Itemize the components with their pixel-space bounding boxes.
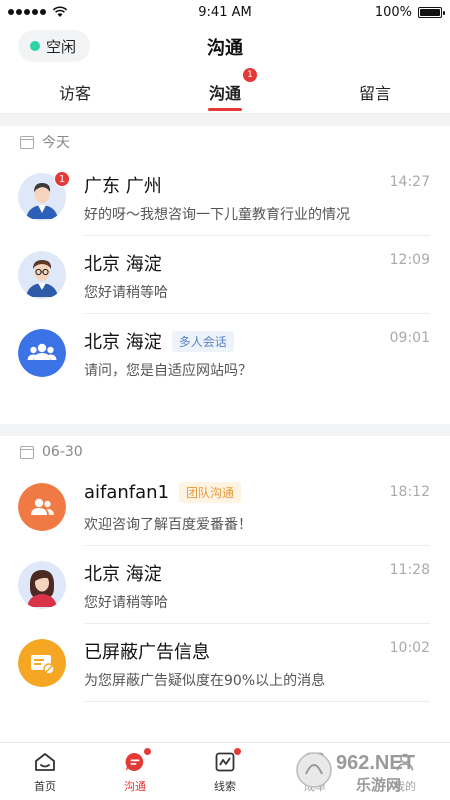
- calendar-icon: [20, 445, 34, 459]
- wifi-icon: [52, 6, 68, 17]
- conversation-item[interactable]: 已屏蔽广告信息 10:02 为您屏蔽广告疑似度在90%以上的消息: [0, 624, 450, 702]
- calendar-icon: [20, 135, 34, 149]
- tab-unread-badge: 1: [243, 67, 257, 82]
- orders-icon: [303, 750, 327, 774]
- conversation-body: 北京 海淀 12:09 您好请稍等哈: [84, 236, 430, 314]
- battery-area: 100%: [374, 4, 445, 20]
- battery-icon: [418, 6, 445, 18]
- message-preview: 请问，您是自适应网站吗？: [84, 363, 252, 379]
- name-row: 已屏蔽广告信息: [84, 638, 430, 664]
- message-preview: 您好请稍等哈: [84, 595, 168, 611]
- contact-name: 北京 海淀: [84, 332, 162, 353]
- conversation-body: 已屏蔽广告信息 10:02 为您屏蔽广告疑似度在90%以上的消息: [84, 624, 430, 702]
- nav-chat[interactable]: 沟通: [90, 743, 180, 800]
- chat-icon: [123, 747, 151, 774]
- bottom-nav: 首页 沟通 线索 成单 我的: [0, 742, 450, 800]
- nav-unread-dot: [144, 747, 151, 755]
- conversation-type-tag: 多人会话: [171, 330, 234, 352]
- contact-name: 广东 广州: [84, 176, 162, 197]
- message-time: 14:27: [389, 174, 430, 190]
- tab-label: 沟通: [208, 83, 241, 103]
- female-avatar-icon: [18, 561, 66, 609]
- conversation-item[interactable]: aifanfan1 团队沟通 18:12 欢迎咨询了解百度爱番番！: [0, 468, 450, 546]
- conversation-section-0630: 06-30 aifanfan1 团队沟通 18:12 欢迎咨询了解百度爱番番！ …: [0, 436, 450, 702]
- conversation-body: 广东 广州 14:27 好的呀～我想咨询一下儿童教育行业的情况: [84, 158, 430, 236]
- tab-visitors[interactable]: 访客: [0, 70, 150, 113]
- message-time: 18:12: [389, 484, 430, 500]
- conversation-body: 北京 海淀 11:28 您好请稍等哈: [84, 546, 430, 624]
- battery-percent: 100%: [374, 4, 412, 20]
- blocked-ad-icon: [18, 639, 66, 687]
- conversation-item[interactable]: 1 广东 广州 14:27 好的呀～我想咨询一下儿童教育行业的情况: [0, 158, 450, 236]
- contact-name: 北京 海淀: [84, 254, 162, 275]
- page-title: 沟通: [207, 38, 243, 59]
- section-date: 06-30: [42, 444, 83, 460]
- nav-unread-dot: [234, 747, 241, 755]
- section-divider: [0, 114, 450, 126]
- contact-name: 已屏蔽广告信息: [84, 642, 210, 663]
- tab-label: 访客: [58, 83, 91, 103]
- name-row: aifanfan1 团队沟通: [84, 482, 430, 503]
- message-preview: 好的呀～我想咨询一下儿童教育行业的情况: [84, 207, 350, 223]
- group-icon: [18, 329, 66, 377]
- profile-icon: [393, 750, 417, 774]
- nav-label: 首页: [34, 779, 56, 793]
- tab-messages[interactable]: 留言: [300, 70, 450, 113]
- message-preview: 您好请稍等哈: [84, 285, 168, 301]
- tab-bar: 访客 沟通 1 留言: [0, 67, 450, 114]
- name-row: 北京 海淀: [84, 250, 430, 276]
- conversation-type-tag: 团队沟通: [179, 482, 242, 503]
- signal-area: [8, 6, 68, 18]
- nav-label: 线索: [214, 779, 236, 793]
- name-row: 北京 海淀: [84, 560, 430, 586]
- nav-label: 我的: [394, 779, 416, 793]
- nav-label: 成单: [304, 779, 326, 793]
- signal-icon: [8, 9, 46, 15]
- leads-icon: [213, 747, 241, 774]
- section-divider: [0, 424, 450, 436]
- contact-name: 北京 海淀: [84, 564, 162, 585]
- team-icon: [18, 483, 66, 531]
- message-time: 09:01: [389, 330, 430, 346]
- message-time: 10:02: [389, 640, 430, 656]
- home-icon: [33, 750, 57, 774]
- nav-home[interactable]: 首页: [0, 743, 90, 800]
- name-row: 广东 广州: [84, 172, 430, 198]
- conversation-section-today: 今天 1 广东 广州 14:27 好的呀～我想咨询一下儿童教育行业的情况 北京 …: [0, 126, 450, 392]
- male-avatar-icon: 1: [18, 171, 70, 221]
- section-date-header: 06-30: [0, 436, 450, 468]
- conversation-item[interactable]: 北京 海淀 12:09 您好请稍等哈: [0, 236, 450, 314]
- message-preview: 欢迎咨询了解百度爱番番！: [84, 517, 252, 533]
- status-bar: 9:41 AM 100%: [0, 0, 450, 24]
- nav-leads[interactable]: 线索: [180, 743, 270, 800]
- nav-bar: 空闲 沟通: [0, 24, 450, 70]
- section-date-header: 今天: [0, 126, 450, 158]
- contact-name: aifanfan1: [84, 482, 170, 503]
- message-preview: 为您屏蔽广告疑似度在90%以上的消息: [84, 673, 326, 689]
- conversation-body: aifanfan1 团队沟通 18:12 欢迎咨询了解百度爱番番！: [84, 468, 430, 546]
- conversation-item[interactable]: 北京 海淀 11:28 您好请稍等哈: [0, 546, 450, 624]
- nav-orders[interactable]: 成单: [270, 743, 360, 800]
- message-time: 12:09: [389, 252, 430, 268]
- nav-label: 沟通: [124, 779, 146, 793]
- male-glasses-avatar-icon: [18, 251, 66, 299]
- conversation-item[interactable]: 北京 海淀 多人会话 09:01 请问，您是自适应网站吗？: [0, 314, 450, 392]
- conversation-body: 北京 海淀 多人会话 09:01 请问，您是自适应网站吗？: [84, 314, 430, 392]
- tab-chat[interactable]: 沟通 1: [150, 67, 300, 113]
- section-date: 今天: [42, 135, 70, 151]
- tab-active-indicator: [208, 108, 242, 111]
- unread-badge: 1: [54, 171, 70, 187]
- tab-label-wrap: 沟通 1: [208, 67, 257, 104]
- message-time: 11:28: [389, 562, 430, 578]
- tab-label: 留言: [358, 83, 391, 103]
- nav-profile[interactable]: 我的: [360, 743, 450, 800]
- name-row: 北京 海淀 多人会话: [84, 328, 430, 354]
